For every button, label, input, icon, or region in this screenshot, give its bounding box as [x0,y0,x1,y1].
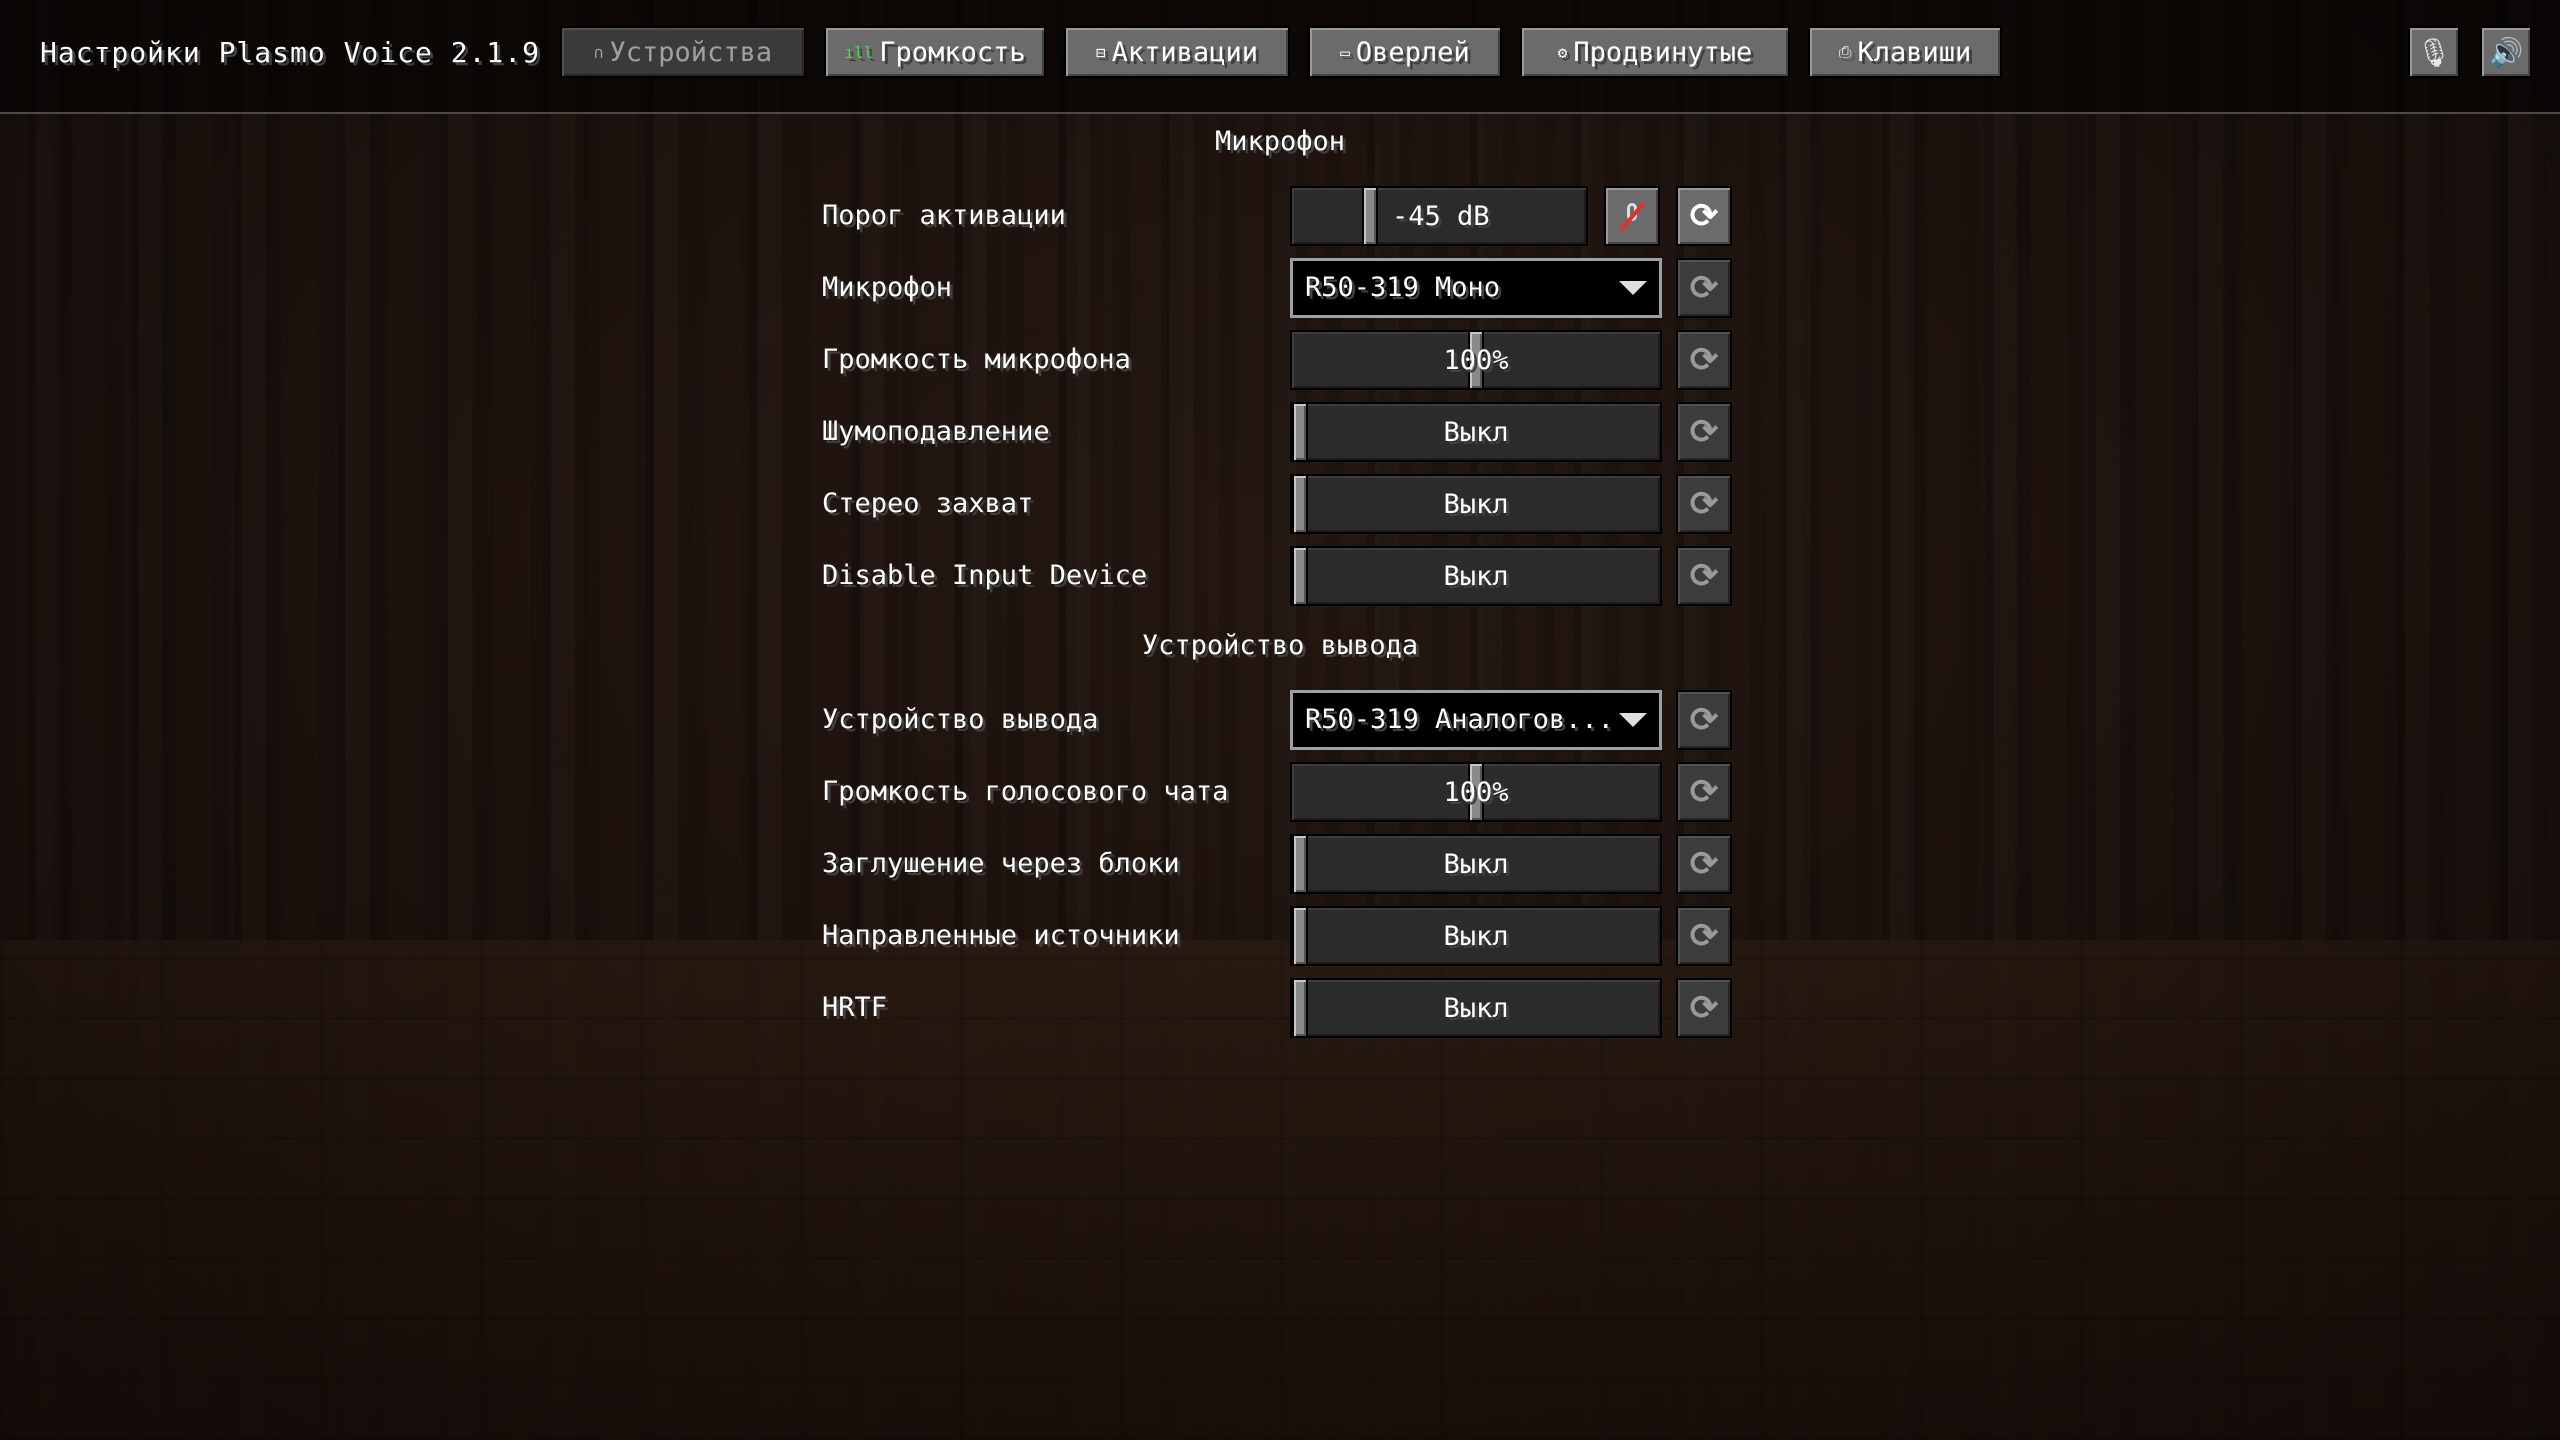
volume-bars-icon: ıll [844,42,874,62]
reset-icon: ⟳ [1689,844,1719,884]
dropdown-value: R50-319 Моно [1305,272,1501,303]
tab-label: Устройства [609,36,773,68]
reset-activation-threshold-button[interactable]: ⟳ [1676,186,1732,246]
reset-icon: ⟳ [1689,412,1719,452]
label-microphone: Микрофон [822,272,953,303]
reset-output-device-button[interactable]: ⟳ [1676,690,1732,750]
mic-volume-slider[interactable]: 100% [1290,330,1662,390]
gear-icon: ⚙ [1557,42,1568,62]
label-directional-sources: Направленные источники [822,920,1180,951]
label-stereo-capture: Стерео захват [822,488,1034,519]
directional-sources-toggle[interactable]: Выкл [1290,906,1662,966]
reset-icon: ⟳ [1689,916,1719,956]
microphone-icon: 🎙 [2416,35,2452,69]
tab-label: Активации [1111,36,1258,68]
section-title-microphone: Микрофон [1214,126,1346,157]
reset-icon: ⟳ [1689,556,1719,596]
tab-devices[interactable]: ∩ Устройства [560,26,806,78]
activation-threshold-slider[interactable]: -45 dB [1290,186,1588,246]
label-activation-threshold: Порог активации [822,200,1066,231]
lock-icon: ⎙ [1838,42,1852,61]
reset-icon: ⟳ [1689,700,1719,740]
reset-mic-volume-button[interactable]: ⟳ [1676,330,1732,390]
label-mic-volume: Громкость микрофона [822,344,1131,375]
dropdown-value: R50-319 Аналогов... [1305,704,1614,735]
output-device-dropdown[interactable]: R50-319 Аналогов... [1290,690,1662,750]
voice-chat-volume-slider[interactable]: 100% [1290,762,1662,822]
label-noise-suppression: Шумоподавление [822,416,1050,447]
reset-icon: ⟳ [1689,484,1719,524]
toggle-value: Выкл [1443,488,1509,520]
label-output-device: Устройство вывода [822,704,1099,735]
background-shade [0,0,2560,1440]
reset-disable-input-device-button[interactable]: ⟳ [1676,546,1732,606]
chevron-down-icon [1619,713,1647,727]
tab-advanced[interactable]: ⚙ Продвинутые [1520,26,1790,78]
tab-label: Оверлей [1355,36,1470,68]
reset-icon: ⟳ [1689,988,1719,1028]
chevron-down-icon [1619,281,1647,295]
label-voice-chat-volume: Громкость голосового чата [822,776,1229,807]
reset-icon: ⟳ [1689,196,1719,236]
reset-hrtf-button[interactable]: ⟳ [1676,978,1732,1038]
disable-input-device-toggle[interactable]: Выкл [1290,546,1662,606]
reset-voice-chat-volume-button[interactable]: ⟳ [1676,762,1732,822]
tab-label: Клавиши [1857,36,1972,68]
toggle-value: Выкл [1443,992,1509,1024]
speaker-toggle-button[interactable]: 🔊 [2480,26,2532,78]
header-bar: Настройки Plasmo Voice 2.1.9 ∩ Устройств… [0,0,2560,114]
slider-value: 100% [1443,776,1509,808]
mute-mic-button[interactable] [1604,186,1660,246]
window-title: Настройки Plasmo Voice 2.1.9 [40,36,541,69]
tab-label: Громкость [879,36,1026,68]
slider-value: -45 dB [1392,200,1490,232]
mic-muted-icon [1617,201,1647,233]
slider-knob[interactable] [1362,186,1378,246]
reset-icon: ⟳ [1689,772,1719,812]
reset-stereo-capture-button[interactable]: ⟳ [1676,474,1732,534]
tab-label: Продвинутые [1573,36,1753,68]
section-title-output: Устройство вывода [1141,630,1419,661]
activation-icon: ⊟ [1096,42,1106,62]
tab-overlay[interactable]: ▭ Оверлей [1308,26,1502,78]
tab-activations[interactable]: ⊟ Активации [1064,26,1290,78]
microphone-dropdown[interactable]: R50-319 Моно [1290,258,1662,318]
reset-icon: ⟳ [1689,340,1719,380]
stereo-capture-toggle[interactable]: Выкл [1290,474,1662,534]
tab-keys[interactable]: ⎙ Клавиши [1808,26,2002,78]
reset-noise-suppression-button[interactable]: ⟳ [1676,402,1732,462]
noise-suppression-toggle[interactable]: Выкл [1290,402,1662,462]
hrtf-toggle[interactable]: Выкл [1290,978,1662,1038]
overlay-icon: ▭ [1340,42,1350,62]
slider-value: 100% [1443,344,1509,376]
toggle-value: Выкл [1443,920,1509,952]
reset-microphone-button[interactable]: ⟳ [1676,258,1732,318]
reset-icon: ⟳ [1689,268,1719,308]
microphone-toggle-button[interactable]: 🎙 [2408,26,2460,78]
label-hrtf: HRTF [822,992,888,1023]
tab-volume[interactable]: ıll Громкость [824,26,1046,78]
reset-directional-sources-button[interactable]: ⟳ [1676,906,1732,966]
label-disable-input-device: Disable Input Device [822,560,1148,591]
label-block-occlusion: Заглушение через блоки [822,848,1180,879]
speaker-icon: 🔊 [2488,35,2524,69]
headphones-icon: ∩ [593,42,604,62]
toggle-value: Выкл [1443,560,1509,592]
reset-block-occlusion-button[interactable]: ⟳ [1676,834,1732,894]
block-occlusion-toggle[interactable]: Выкл [1290,834,1662,894]
toggle-value: Выкл [1443,416,1509,448]
toggle-value: Выкл [1443,848,1509,880]
